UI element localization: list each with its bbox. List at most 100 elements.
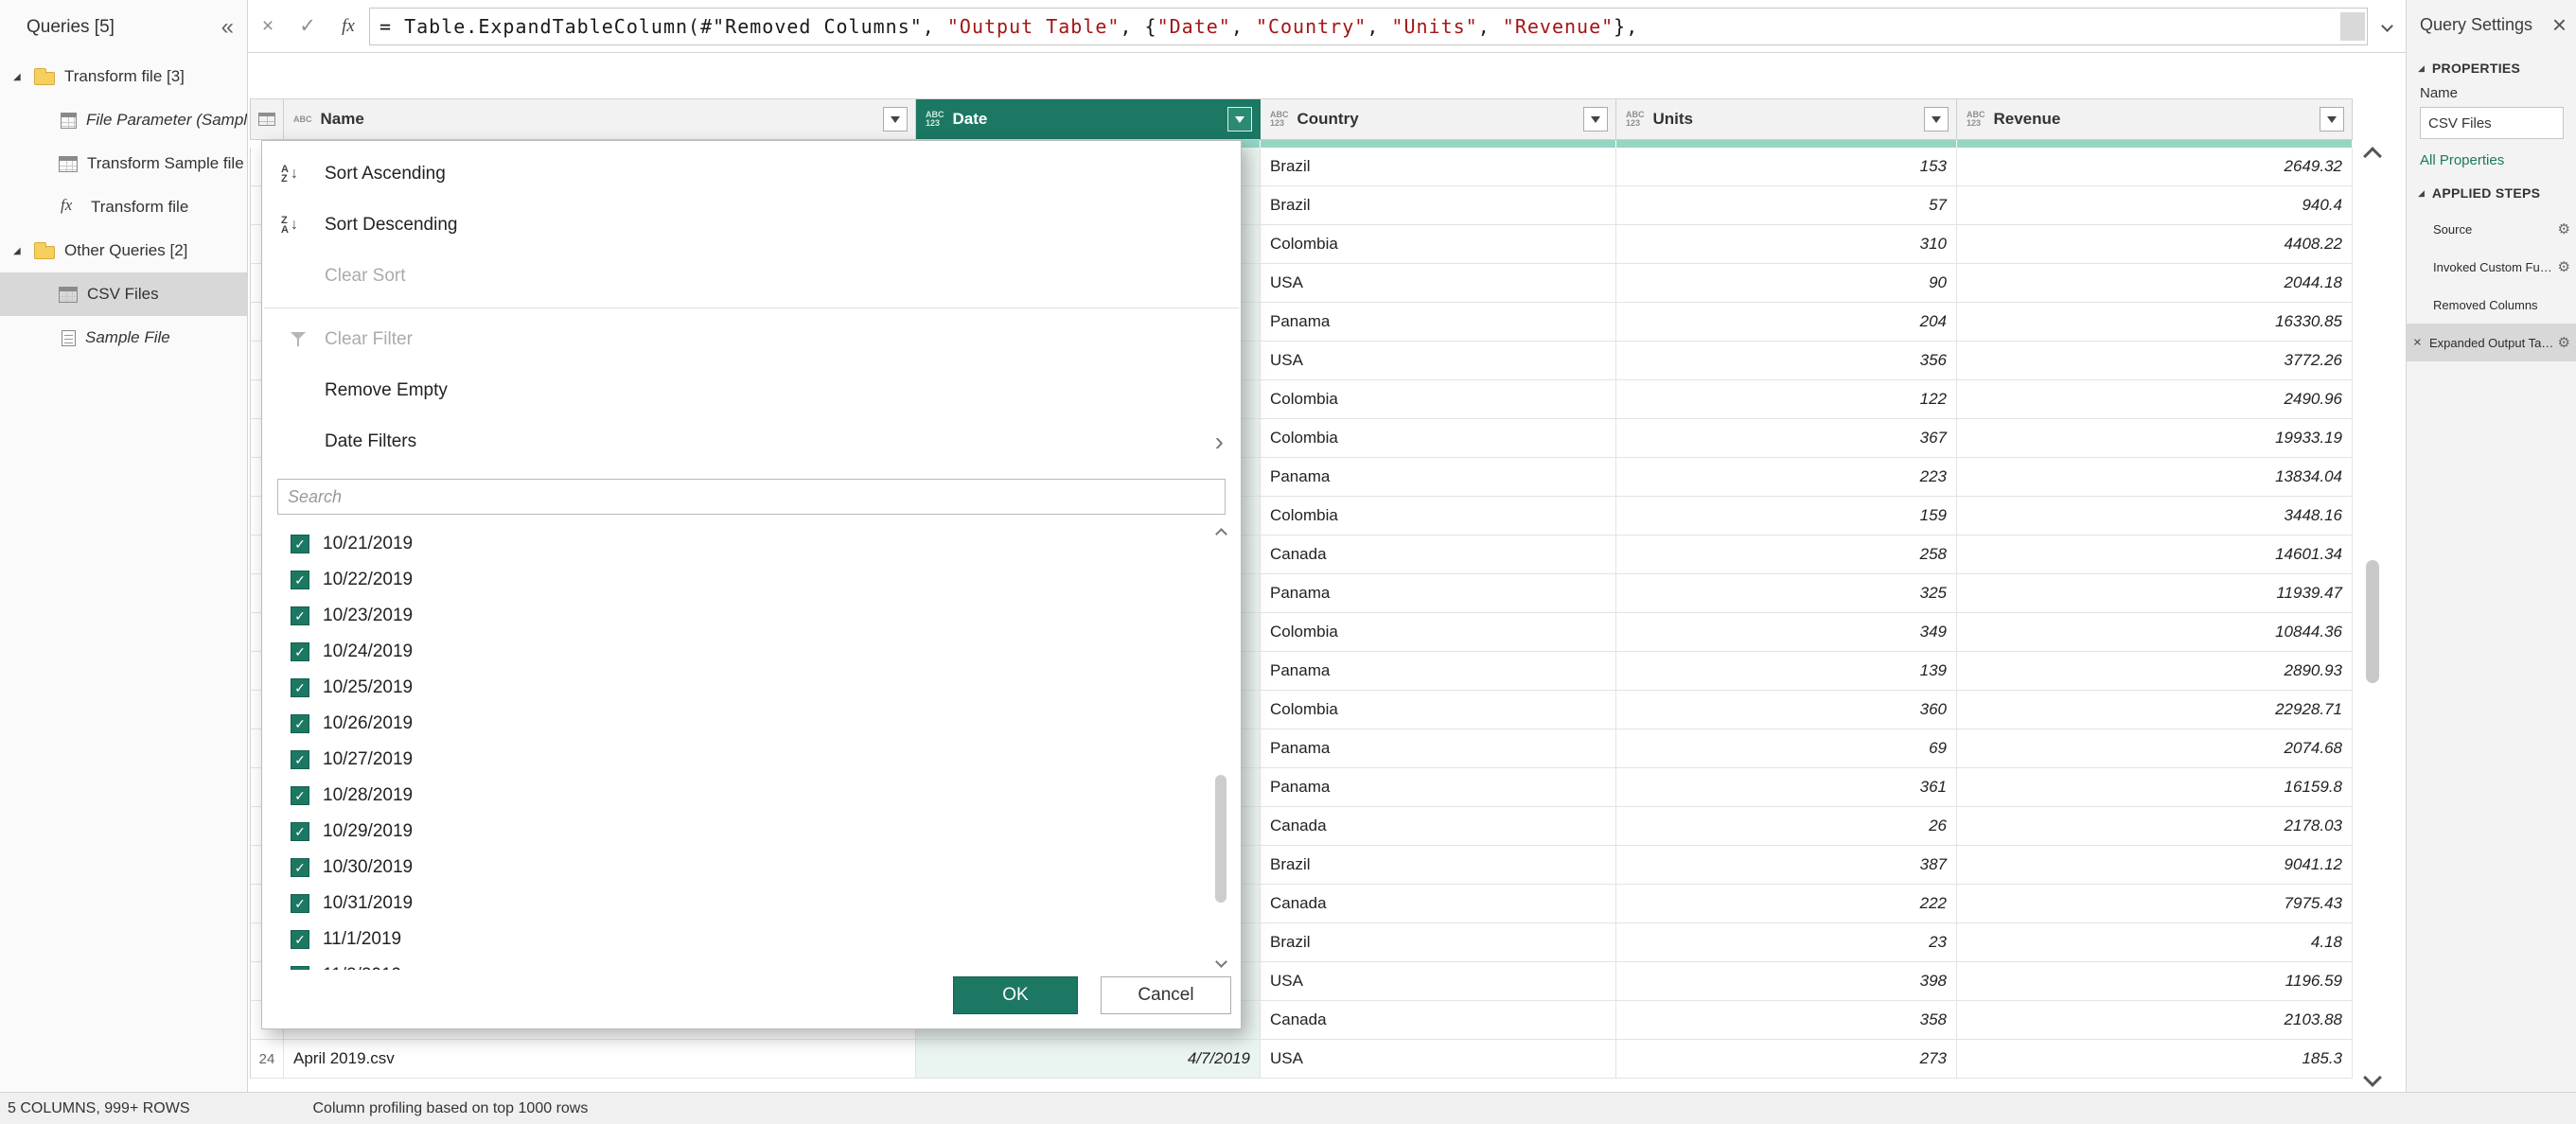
applied-step[interactable]: × Removed Columns ⚙: [2407, 286, 2576, 324]
checkbox-checked-icon[interactable]: ✓: [291, 750, 309, 769]
checkbox-checked-icon[interactable]: ✓: [291, 678, 309, 697]
filter-value-row[interactable]: ✓ 10/26/2019: [291, 706, 1241, 742]
filter-value-row[interactable]: ✓ 10/23/2019: [291, 598, 1241, 634]
filter-button[interactable]: [1227, 107, 1252, 132]
cancel-formula-icon[interactable]: ×: [248, 15, 288, 38]
column-header[interactable]: ABC123 Revenue: [1957, 99, 2353, 140]
units-cell[interactable]: 398: [1616, 962, 1957, 1001]
accept-formula-icon[interactable]: ✓: [288, 14, 327, 38]
revenue-cell[interactable]: 2044.18: [1957, 264, 2353, 303]
checkbox-checked-icon[interactable]: ✓: [291, 822, 309, 841]
filter-value-row[interactable]: ✓ 10/30/2019: [291, 850, 1241, 886]
units-cell[interactable]: 122: [1616, 380, 1957, 419]
revenue-cell[interactable]: 16330.85: [1957, 303, 2353, 342]
close-icon[interactable]: ×: [2552, 15, 2567, 34]
query-tree-item[interactable]: ◢ Sample File: [0, 316, 247, 360]
formula-input[interactable]: = Table.ExpandTableColumn(#"Removed Colu…: [369, 8, 2368, 45]
units-cell[interactable]: 367: [1616, 419, 1957, 458]
filter-button[interactable]: [1583, 107, 1608, 132]
date-cell[interactable]: 4/7/2019: [916, 1040, 1261, 1079]
list-scrollbar[interactable]: [1209, 526, 1233, 970]
filter-button[interactable]: [2320, 107, 2344, 132]
list-scroll-up-icon[interactable]: [1215, 528, 1227, 540]
checkbox-checked-icon[interactable]: ✓: [291, 571, 309, 589]
filter-value-row[interactable]: ✓ 11/2/2019: [291, 957, 1241, 970]
query-tree-item[interactable]: ◢ File Parameter (Sample File): [0, 98, 247, 142]
filter-value-row[interactable]: ✓ 10/29/2019: [291, 814, 1241, 850]
query-tree-item[interactable]: ◢ Transform file: [0, 185, 247, 229]
collapse-pane-icon[interactable]: «: [221, 14, 234, 41]
filter-value-row[interactable]: ✓ 10/22/2019: [291, 562, 1241, 598]
menu-item[interactable]: ↓ Remove Empty ›: [262, 365, 1241, 416]
units-cell[interactable]: 360: [1616, 691, 1957, 729]
query-tree-item[interactable]: ◢ CSV Files: [0, 272, 247, 316]
units-cell[interactable]: 57: [1616, 186, 1957, 225]
query-name-input[interactable]: [2420, 107, 2564, 139]
vertical-scrollbar[interactable]: [2356, 144, 2389, 1090]
filter-value-row[interactable]: ✓ 10/24/2019: [291, 634, 1241, 670]
country-cell[interactable]: Brazil: [1261, 846, 1616, 885]
tree-expander-icon[interactable]: ◢: [13, 246, 34, 256]
column-type-icon[interactable]: ABC123: [926, 111, 944, 128]
menu-item[interactable]: AZ↓ Sort Ascending ›: [262, 149, 1241, 200]
filter-value-row[interactable]: ✓ 10/28/2019: [291, 778, 1241, 814]
units-cell[interactable]: 26: [1616, 807, 1957, 846]
country-cell[interactable]: USA: [1261, 1040, 1616, 1079]
column-type-icon[interactable]: ABC: [293, 115, 312, 124]
country-cell[interactable]: Panama: [1261, 652, 1616, 691]
filter-value-row[interactable]: ✓ 10/31/2019: [291, 886, 1241, 922]
name-cell[interactable]: April 2019.csv: [284, 1040, 916, 1079]
units-cell[interactable]: 153: [1616, 148, 1957, 186]
revenue-cell[interactable]: 2649.32: [1957, 148, 2353, 186]
country-cell[interactable]: Canada: [1261, 885, 1616, 923]
units-cell[interactable]: 90: [1616, 264, 1957, 303]
country-cell[interactable]: USA: [1261, 962, 1616, 1001]
checkbox-checked-icon[interactable]: ✓: [291, 606, 309, 625]
country-cell[interactable]: Brazil: [1261, 923, 1616, 962]
units-cell[interactable]: 349: [1616, 613, 1957, 652]
units-cell[interactable]: 69: [1616, 729, 1957, 768]
units-cell[interactable]: 358: [1616, 1001, 1957, 1040]
menu-item[interactable]: ↓ Date Filters ›: [262, 416, 1241, 467]
menu-item[interactable]: ↓ Clear Sort ›: [262, 251, 1241, 302]
scroll-up-icon[interactable]: [2363, 147, 2382, 166]
units-cell[interactable]: 222: [1616, 885, 1957, 923]
country-cell[interactable]: Brazil: [1261, 186, 1616, 225]
country-cell[interactable]: Colombia: [1261, 419, 1616, 458]
revenue-cell[interactable]: 22928.71: [1957, 691, 2353, 729]
units-cell[interactable]: 204: [1616, 303, 1957, 342]
table-row[interactable]: 24 April 2019.csv 4/7/2019 USA 273 185.3: [250, 1040, 2353, 1079]
country-cell[interactable]: Brazil: [1261, 148, 1616, 186]
units-cell[interactable]: 23: [1616, 923, 1957, 962]
revenue-cell[interactable]: 940.4: [1957, 186, 2353, 225]
delete-step-icon[interactable]: ×: [2413, 335, 2422, 351]
country-cell[interactable]: Colombia: [1261, 691, 1616, 729]
revenue-cell[interactable]: 2890.93: [1957, 652, 2353, 691]
units-cell[interactable]: 139: [1616, 652, 1957, 691]
revenue-cell[interactable]: 19933.19: [1957, 419, 2353, 458]
column-type-icon[interactable]: ABC123: [1270, 111, 1289, 128]
menu-item[interactable]: ZA↓ Sort Descending ›: [262, 200, 1241, 251]
all-properties-link[interactable]: All Properties: [2420, 152, 2576, 168]
checkbox-checked-icon[interactable]: ✓: [291, 894, 309, 913]
revenue-cell[interactable]: 14601.34: [1957, 536, 2353, 574]
gear-icon[interactable]: ⚙: [2558, 258, 2570, 275]
tree-expander-icon[interactable]: ◢: [13, 72, 34, 82]
country-cell[interactable]: Panama: [1261, 729, 1616, 768]
menu-item[interactable]: ↓ Clear Filter ›: [262, 314, 1241, 365]
expand-formula-bar-button[interactable]: [2368, 22, 2406, 30]
units-cell[interactable]: 310: [1616, 225, 1957, 264]
country-cell[interactable]: Colombia: [1261, 497, 1616, 536]
revenue-cell[interactable]: 7975.43: [1957, 885, 2353, 923]
checkbox-checked-icon[interactable]: ✓: [291, 930, 309, 949]
filter-button[interactable]: [883, 107, 908, 132]
country-cell[interactable]: Colombia: [1261, 380, 1616, 419]
query-tree-item[interactable]: ◢ Transform file [3]: [0, 55, 247, 98]
filter-value-row[interactable]: ✓ 10/27/2019: [291, 742, 1241, 778]
applied-steps-section-header[interactable]: ◢ APPLIED STEPS: [2407, 174, 2576, 208]
checkbox-checked-icon[interactable]: ✓: [291, 535, 309, 553]
filter-value-row[interactable]: ✓ 10/25/2019: [291, 670, 1241, 706]
properties-section-header[interactable]: ◢ PROPERTIES: [2407, 49, 2576, 83]
query-tree-item[interactable]: ◢ Other Queries [2]: [0, 229, 247, 272]
country-cell[interactable]: USA: [1261, 264, 1616, 303]
